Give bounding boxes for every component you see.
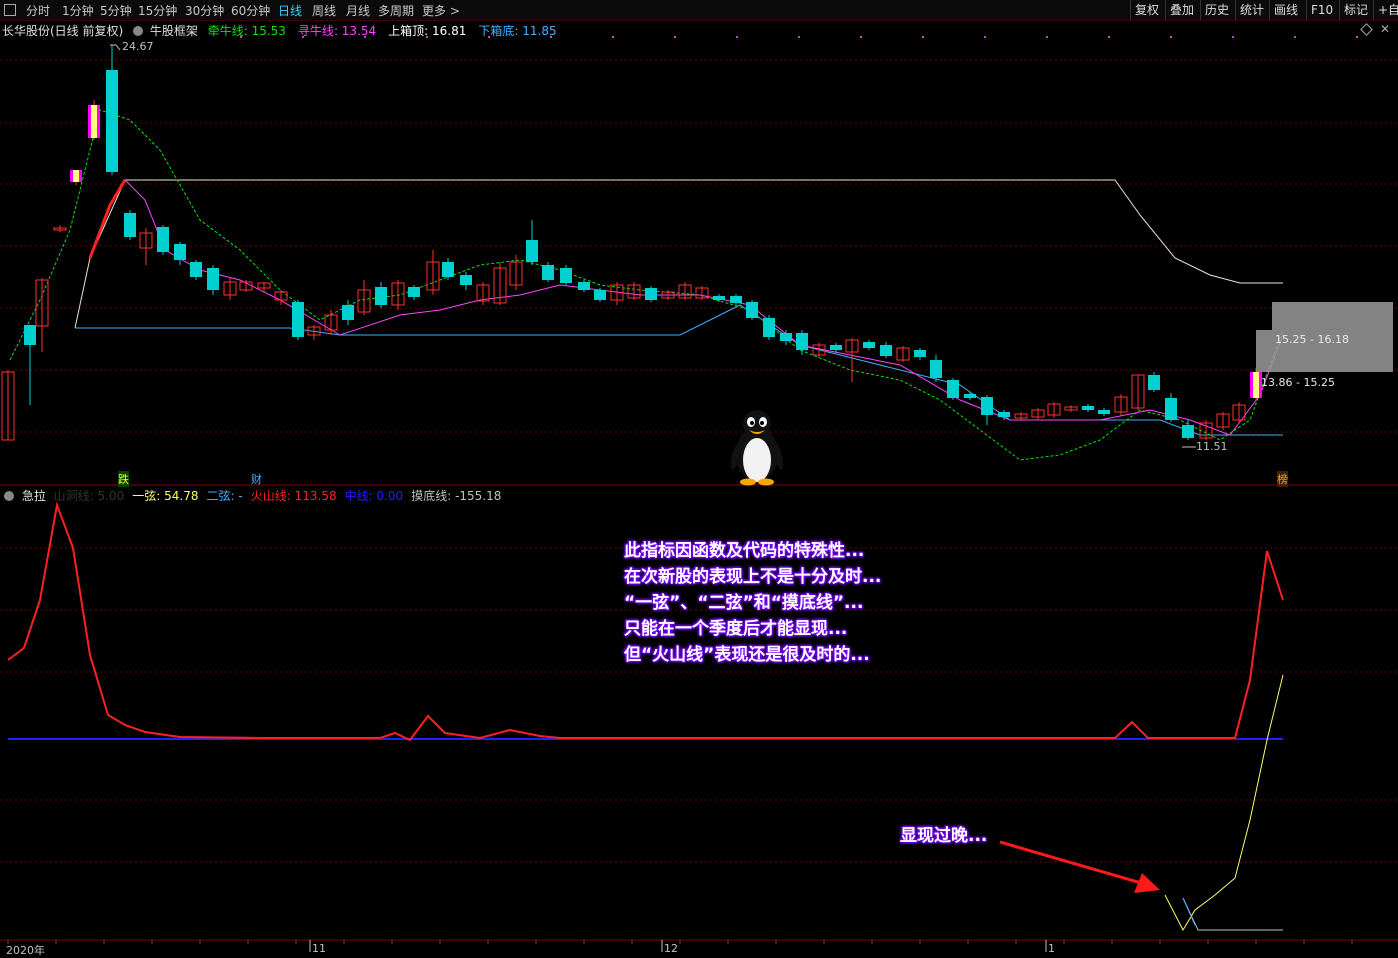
candle-body <box>645 288 657 300</box>
high-price-label: 24.67 <box>122 40 154 53</box>
candle-body <box>964 394 976 398</box>
dot-mark <box>364 36 366 38</box>
candle-body <box>375 287 387 305</box>
low-price-label: 11.51 <box>1196 440 1228 453</box>
candle-body <box>981 397 993 415</box>
bottom-touch-line <box>1182 897 1283 931</box>
price-chart[interactable] <box>0 0 1398 957</box>
candle-body <box>24 325 36 345</box>
candle-body <box>1182 425 1194 438</box>
candle-body-inner <box>73 170 79 182</box>
candle-body <box>914 350 926 357</box>
time-label-11: 11 <box>312 942 326 955</box>
candle-body <box>526 240 538 262</box>
time-label-1: 1 <box>1048 942 1055 955</box>
candle-body <box>730 296 742 303</box>
note-line-1: 此指标因函数及代码的特殊性... <box>624 541 865 561</box>
note-line-5: 但“火山线”表现还是很及时的... <box>624 645 870 665</box>
candle-body <box>207 268 219 290</box>
candle-body <box>796 333 808 350</box>
dot-mark <box>1356 36 1358 38</box>
note-line-2: 在次新股的表现上不是十分及时... <box>624 567 882 587</box>
marker-die: 跌 <box>118 471 129 487</box>
dot-mark <box>1108 36 1110 38</box>
dot-mark <box>984 36 986 38</box>
candle-body <box>292 302 304 337</box>
candle-body-inner <box>91 105 97 138</box>
marker-bang: 榜 <box>1277 471 1288 487</box>
first-string-line <box>1164 674 1284 932</box>
candle-body <box>947 380 959 398</box>
time-label-2020: 2020年 <box>6 944 45 957</box>
dot-mark <box>922 36 924 38</box>
dot-mark <box>736 36 738 38</box>
candle-body <box>542 265 554 280</box>
range-box-upper <box>1272 302 1393 330</box>
dot-mark <box>488 36 490 38</box>
candle-body <box>408 287 420 297</box>
candle-body <box>342 305 354 320</box>
dot-mark <box>426 36 428 38</box>
arrow-shaft <box>999 840 1149 887</box>
dot-mark <box>674 36 676 38</box>
candle-body <box>174 244 186 260</box>
candle-body <box>780 333 792 341</box>
candle-body <box>880 345 892 356</box>
candle-body <box>863 342 875 348</box>
note-line-3: “一弦”、“二弦”和“摸底线”... <box>624 593 864 613</box>
candle-body <box>460 275 472 285</box>
candle-body-inner <box>1253 372 1259 398</box>
dot-mark <box>798 36 800 38</box>
dot-mark <box>612 36 614 38</box>
range-lower-label: 13.86 - 15.25 <box>1261 376 1335 389</box>
note-line-4: 只能在一个季度后才能显现... <box>624 619 848 639</box>
candle-body <box>713 296 725 300</box>
dot-mark <box>860 36 862 38</box>
candle-body <box>998 412 1010 417</box>
range-upper-label: 15.25 - 16.18 <box>1275 333 1349 346</box>
candle-body <box>1148 375 1160 390</box>
dot-mark <box>550 36 552 38</box>
candle-body <box>830 345 842 350</box>
dot-mark <box>1046 36 1048 38</box>
candle-body <box>578 282 590 290</box>
marker-cai: 财 <box>251 473 262 486</box>
candle-body <box>763 318 775 337</box>
late-note: 显现过晚... <box>900 826 988 846</box>
candle-body <box>930 360 942 378</box>
dot-mark <box>302 36 304 38</box>
candle-body <box>106 70 118 172</box>
candle-body <box>560 268 572 283</box>
box-top-line <box>74 179 1283 329</box>
dot-mark <box>240 36 242 38</box>
dot-mark <box>1170 36 1172 38</box>
candle-body <box>442 262 454 277</box>
candle-body <box>124 213 136 237</box>
candle-body <box>594 290 606 300</box>
penguin-mascot-icon <box>730 410 784 486</box>
candle-body <box>190 262 202 277</box>
dot-mark <box>1232 36 1234 38</box>
time-label-12: 12 <box>664 942 678 955</box>
candle-body <box>746 302 758 318</box>
candle-body <box>1098 410 1110 414</box>
candle-body <box>157 227 169 252</box>
candle-body <box>1082 406 1094 410</box>
note-block: 此指标因函数及代码的特殊性... 在次新股的表现上不是十分及时... “一弦”、… <box>624 538 881 668</box>
dot-mark <box>1294 36 1296 38</box>
candle-body <box>1165 398 1177 420</box>
